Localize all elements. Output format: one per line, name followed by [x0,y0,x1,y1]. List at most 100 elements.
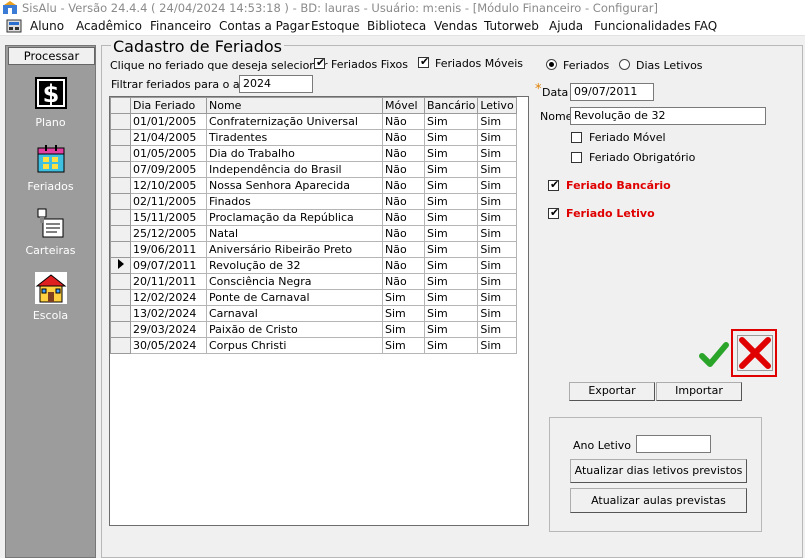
data-field[interactable]: 09/07/2011 [570,83,654,101]
feriado-movel-label: Feriado Móvel [589,131,666,144]
table-cell: Paixão de Cristo [206,321,383,338]
row-indicator [110,321,131,338]
feriados-fixos-label: Feriados Fixos [331,58,408,71]
table-cell: 12/02/2024 [130,289,207,306]
menu-biblioteca[interactable]: Biblioteca [367,19,426,33]
table-cell: Sim [423,129,479,146]
menu-faq[interactable]: FAQ [694,19,717,33]
table-header-row: Dia Feriado Nome Móvel Bancário Letivo [110,97,517,114]
exportar-button[interactable]: Exportar [569,382,655,401]
atualizar-dias-letivos-button[interactable]: Atualizar dias letivos previstos [570,459,747,483]
feriados-moveis-checkbox[interactable]: ✔ [418,55,429,68]
table-row[interactable]: 19/06/2011 Aniversário Ribeirão Preto Não S… [110,241,517,258]
processar-button[interactable]: Processar [8,47,95,65]
feriado-bancario-checkbox[interactable]: ✔ [548,178,559,191]
sidebar-item-feriados[interactable]: Feriados [5,143,96,195]
menu-financeiro[interactable]: Financeiro [150,19,211,33]
svg-text:$: $ [43,80,60,108]
row-indicator [110,177,131,194]
sidebar-item-plano[interactable]: $ Plano [5,77,96,129]
table-cell: Sim [477,161,517,178]
radio-feriados[interactable] [546,59,557,70]
cancel-button-face [737,335,773,371]
menu-estoque[interactable]: Estoque [311,19,360,33]
column-header[interactable]: Nome [206,97,383,114]
table-row[interactable]: 01/01/2005 Confraternização Universal Não S… [110,113,517,130]
table-row[interactable]: 12/02/2024 Ponte de Carnaval Sim Sim Sim [110,289,517,306]
menu-aluno[interactable]: Aluno [30,19,64,33]
table-cell: 20/11/2011 [130,273,207,290]
table-cell: 19/06/2011 [130,241,207,258]
menu-ajuda[interactable]: Ajuda [549,19,583,33]
table-row[interactable]: 21/04/2005 Tiradentes Não Sim Sim [110,129,517,146]
dollar-icon: $ [35,77,67,109]
table-cell: Sim [423,241,479,258]
table-cell: Sim [477,225,517,242]
indicator-header [110,97,131,114]
table-row[interactable]: 09/07/2011 Revolução de 32 Não Sim Sim [110,257,517,274]
group-title: Cadastro de Feriados [111,37,285,56]
feriados-fixos-checkbox[interactable]: ✔ [314,56,325,69]
table-row[interactable]: 30/05/2024 Corpus Christi Sim Sim Sim [110,337,517,354]
table-row[interactable]: 02/11/2005 Finados Não Sim Sim [110,193,517,210]
required-mark: * [535,82,542,97]
row-indicator [110,273,131,290]
feriado-obrigatorio-checkbox[interactable] [571,152,582,163]
table-cell: Não [382,145,425,162]
module-icon[interactable] [6,18,22,33]
table-row[interactable]: 25/12/2005 Natal Não Sim Sim [110,225,517,242]
column-header[interactable]: Móvel [382,97,425,114]
ano-letivo-input[interactable] [636,435,711,453]
table-cell: Não [382,193,425,210]
sidebar-item-carteiras[interactable]: Carteiras [5,207,96,259]
feriados-grid[interactable]: Dia Feriado Nome Móvel Bancário Letivo 0… [109,96,529,526]
feriado-movel-checkbox[interactable] [571,132,582,143]
feriado-letivo-checkbox[interactable]: ✔ [548,206,559,219]
menu-funcionalidades[interactable]: Funcionalidades [594,19,691,33]
column-header[interactable]: Bancário [423,97,479,114]
row-indicator [110,161,131,178]
feriado-obrigatorio-label: Feriado Obrigatório [589,151,696,164]
nome-field[interactable]: Revolução de 32 [570,107,766,125]
menu-academico[interactable]: Acadêmico [76,19,142,33]
table-row[interactable]: 29/03/2024 Paixão de Cristo Sim Sim Sim [110,321,517,338]
ano-letivo-label: Ano Letivo [573,439,632,452]
row-indicator [110,145,131,162]
sidebar-item-label: Feriados [27,180,74,193]
table-cell: Sim [382,305,425,322]
table-cell: Não [382,209,425,226]
menu-tutorweb[interactable]: Tutorweb [484,19,539,33]
radio-dias-letivos[interactable] [619,59,630,70]
table-row[interactable]: 12/10/2005 Nossa Senhora Aparecida Não Sim S… [110,177,517,194]
column-header[interactable]: Dia Feriado [130,97,207,114]
importar-button[interactable]: Importar [656,382,742,401]
table-cell: Ponte de Carnaval [206,289,383,306]
table-row[interactable]: 01/05/2005 Dia do Trabalho Não Sim Sim [110,145,517,162]
table-row[interactable]: 20/11/2011 Consciência Negra Não Sim Sim [110,273,517,290]
cancel-button[interactable] [731,329,777,377]
table-row[interactable]: 07/09/2005 Independência do Brasil Não Sim S… [110,161,517,178]
sidebar-item-escola[interactable]: Escola [5,272,96,324]
table-cell: 21/04/2005 [130,129,207,146]
table-cell: Não [382,257,425,274]
menu-contas-a-pagar[interactable]: Contas a Pagar [219,19,310,33]
feriado-bancario-label: Feriado Bancário [566,179,671,192]
table-cell: Sim [423,177,479,194]
table-cell: Sim [477,257,517,274]
table-row[interactable]: 13/02/2024 Carnaval Sim Sim Sim [110,305,517,322]
table-row[interactable]: 15/11/2005 Proclamação da República Não Sim… [110,209,517,226]
table-cell: Confraternização Universal [206,113,383,130]
row-indicator [110,113,131,130]
school-icon [35,272,67,304]
table-cell: Sim [477,129,517,146]
window-title: SisAlu - Versão 24.4.4 ( 24/04/2024 14:5… [22,1,658,15]
menu-vendas[interactable]: Vendas [434,19,478,33]
table-cell: Sim [423,321,479,338]
table-cell: Sim [477,289,517,306]
confirm-button[interactable] [697,337,731,371]
filter-year-input[interactable]: 2024 [239,75,313,93]
atualizar-aulas-button[interactable]: Atualizar aulas previstas [570,488,747,513]
table-cell: Não [382,273,425,290]
column-header[interactable]: Letivo [477,97,517,114]
table-cell: Sim [477,145,517,162]
